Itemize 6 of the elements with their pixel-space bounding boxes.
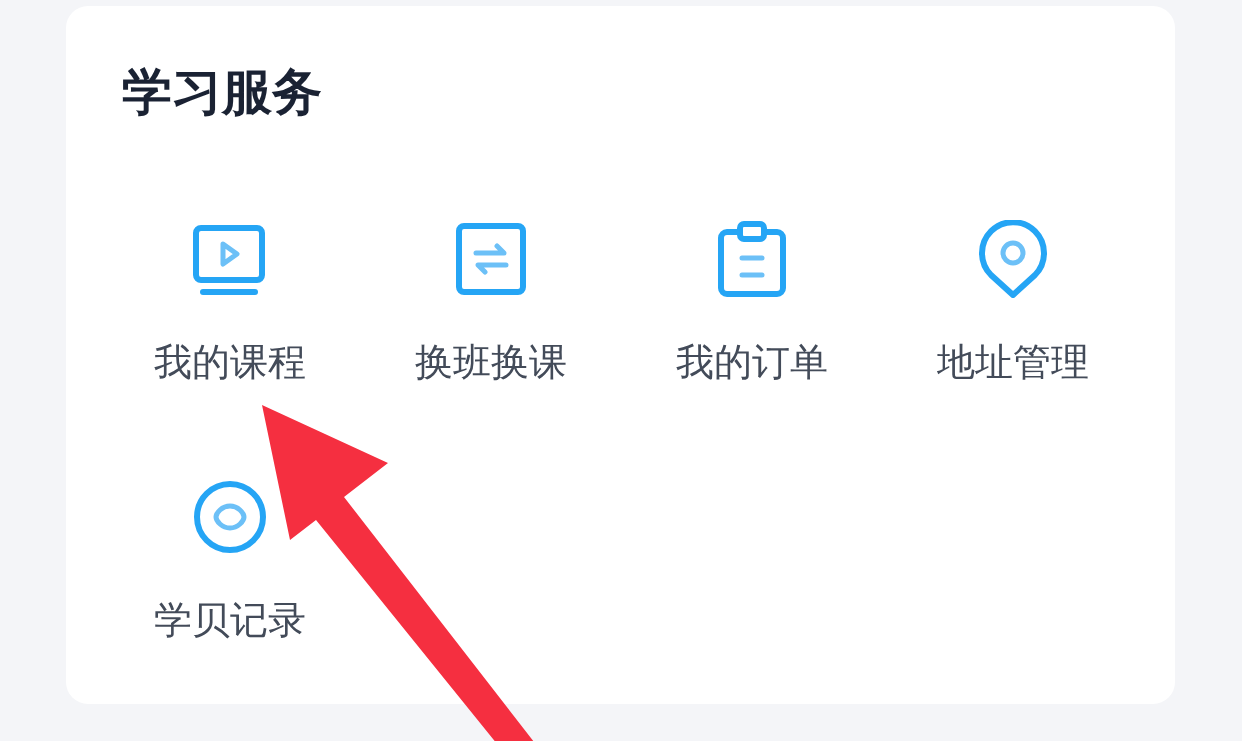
service-label[interactable]: 换班换课 xyxy=(414,338,567,386)
service-label[interactable]: 我的订单 xyxy=(675,338,828,386)
section-title: 学习服务 xyxy=(122,62,323,122)
service-label[interactable]: 学贝记录 xyxy=(153,596,306,644)
service-label[interactable]: 地址管理 xyxy=(936,338,1089,386)
service-label[interactable]: 我的课程 xyxy=(153,338,306,386)
